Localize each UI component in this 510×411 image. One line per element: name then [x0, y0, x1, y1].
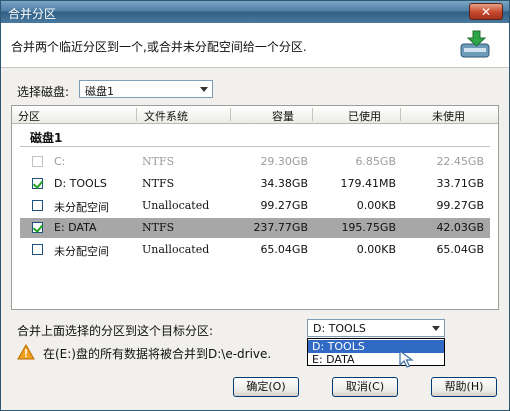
table-row[interactable]: C: NTFS 29.30GB 6.85GB 22.45GB: [20, 152, 490, 172]
column-header-filesystem[interactable]: 文件系统: [144, 108, 188, 123]
partition-checkbox[interactable]: [32, 156, 43, 167]
merge-partition-dialog: 合并分区 ✕ 合并两个临近分区到一个,或合并未分配空间给一个分区. 选择磁盘: …: [0, 0, 510, 411]
dialog-description: 合并两个临近分区到一个,或合并未分配空间给一个分区.: [11, 40, 307, 54]
target-partition-select[interactable]: D: TOOLS: [307, 319, 445, 337]
disk-select-label: 选择磁盘:: [17, 85, 70, 99]
target-partition-dropdown: D: TOOLS E: DATA: [307, 338, 445, 366]
cancel-button[interactable]: 取消(C): [332, 377, 398, 397]
partition-capacity: 34.38GB: [260, 177, 308, 190]
partition-checkbox[interactable]: [32, 222, 43, 233]
warning-icon: [17, 344, 35, 360]
partition-capacity: 29.30GB: [260, 155, 308, 168]
partition-capacity: 65.04GB: [260, 243, 308, 256]
partition-table: 分区 文件系统 容量 已使用 未使用 磁盘1 C: NTFS 29.30GB 6.85…: [11, 105, 499, 310]
column-divider: [312, 108, 313, 121]
column-divider: [136, 108, 137, 121]
column-header-partition[interactable]: 分区: [18, 108, 40, 123]
disk-select[interactable]: 磁盘1: [79, 80, 213, 98]
dropdown-option[interactable]: E: DATA: [308, 353, 444, 366]
partition-name: 未分配空间: [54, 245, 109, 258]
partition-free: 42.03GB: [436, 221, 484, 234]
warning-text: 在(E:)盘的所有数据将被合并到D:\e-drive.: [43, 347, 272, 361]
dropdown-option[interactable]: D: TOOLS: [308, 340, 444, 353]
partition-free: 33.71GB: [436, 177, 484, 190]
partition-filesystem: Unallocated: [142, 199, 210, 212]
partition-free: 22.45GB: [436, 155, 484, 168]
table-row[interactable]: D: TOOLS NTFS 34.38GB 179.41MB 33.71GB: [20, 174, 490, 194]
chevron-down-icon: [432, 326, 440, 331]
column-divider: [400, 108, 401, 121]
partition-name: C:: [54, 155, 66, 168]
partition-checkbox[interactable]: [32, 200, 43, 211]
column-header-free[interactable]: 未使用: [432, 108, 465, 123]
disk-group-label: 磁盘1: [30, 131, 63, 145]
partition-filesystem: NTFS: [142, 221, 175, 234]
partition-capacity: 237.77GB: [253, 221, 308, 234]
partition-filesystem: Unallocated: [142, 243, 210, 256]
column-header-capacity[interactable]: 容量: [272, 108, 294, 123]
target-partition-label: 合并上面选择的分区到这个目标分区:: [17, 324, 214, 338]
window-title: 合并分区: [8, 7, 57, 21]
target-partition-value: D: TOOLS: [313, 322, 366, 335]
table-row[interactable]: E: DATA NTFS 237.77GB 195.75GB 42.03GB: [20, 218, 490, 238]
ok-button[interactable]: 确定(O): [233, 377, 299, 397]
mouse-cursor-icon: [399, 349, 414, 368]
partition-name: E: DATA: [54, 221, 97, 234]
partition-filesystem: NTFS: [142, 177, 175, 190]
help-button[interactable]: 帮助(H): [431, 377, 497, 397]
table-row[interactable]: 未分配空间 Unallocated 65.04GB 0.00KB 65.04GB: [20, 240, 490, 260]
chevron-down-icon: [200, 87, 208, 92]
column-header-used[interactable]: 已使用: [348, 108, 381, 123]
partition-name: D: TOOLS: [54, 177, 107, 190]
column-divider: [230, 108, 231, 121]
partition-used: 0.00KB: [356, 199, 396, 212]
partition-used: 0.00KB: [356, 243, 396, 256]
close-icon: ✕: [480, 5, 492, 19]
partition-checkbox[interactable]: [32, 244, 43, 255]
close-button[interactable]: ✕: [469, 3, 503, 20]
partition-capacity: 99.27GB: [260, 199, 308, 212]
partition-name: 未分配空间: [54, 201, 109, 214]
table-row[interactable]: 未分配空间 Unallocated 99.27GB 0.00KB 99.27GB: [20, 196, 490, 216]
merge-partition-icon: [460, 30, 490, 58]
partition-checkbox[interactable]: [32, 178, 43, 189]
partition-used: 195.75GB: [341, 221, 396, 234]
partition-free: 65.04GB: [436, 243, 484, 256]
partition-used: 6.85GB: [355, 155, 396, 168]
group-divider: [20, 146, 490, 147]
partition-filesystem: NTFS: [142, 155, 175, 168]
table-header: 分区 文件系统 容量 已使用 未使用: [12, 106, 498, 124]
partition-free: 99.27GB: [436, 199, 484, 212]
partition-used: 179.41MB: [340, 177, 396, 190]
disk-select-value: 磁盘1: [85, 85, 114, 98]
title-bar[interactable]: 合并分区 ✕: [1, 1, 509, 23]
dialog-header: 合并两个临近分区到一个,或合并未分配空间给一个分区.: [1, 23, 509, 68]
